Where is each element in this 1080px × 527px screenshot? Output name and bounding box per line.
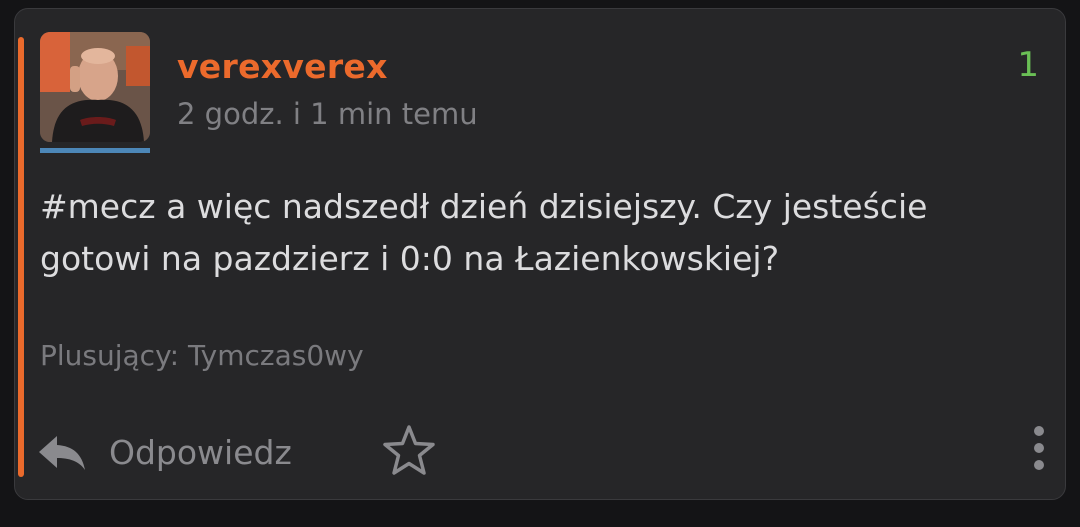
voters-list[interactable]: Plusujący: Tymczas0wy [40, 339, 364, 372]
avatar-image [40, 32, 150, 142]
post-body-text: a więc nadszedł dzień dzisiejszy. Czy je… [155, 187, 928, 226]
username-link[interactable]: verexverex [177, 47, 388, 86]
post-body: #mecz a więc nadszedł dzień dzisiejszy. … [40, 181, 1040, 285]
avatar-underline [40, 148, 150, 153]
post-card: verexverex 2 godz. i 1 min temu 1 #mecz … [14, 8, 1066, 500]
vote-count[interactable]: 1 [1017, 45, 1039, 85]
post-body-line-1: #mecz a więc nadszedł dzień dzisiejszy. … [40, 181, 1040, 233]
post-timestamp: 2 godz. i 1 min temu [177, 97, 478, 131]
reply-button[interactable]: Odpowiedz [37, 427, 292, 477]
avatar[interactable] [40, 32, 150, 142]
hashtag-link[interactable]: #mecz [40, 187, 156, 226]
post-accent-bar [18, 37, 24, 477]
post-body-line-2: gotowi na pazdzierz i 0:0 na Łazienkowsk… [40, 239, 780, 278]
favorite-button[interactable] [381, 423, 437, 479]
more-options-button[interactable] [1029, 423, 1049, 473]
star-icon [383, 425, 435, 475]
reply-icon [37, 432, 87, 472]
reply-label: Odpowiedz [109, 432, 292, 472]
more-vertical-icon [1034, 426, 1044, 470]
